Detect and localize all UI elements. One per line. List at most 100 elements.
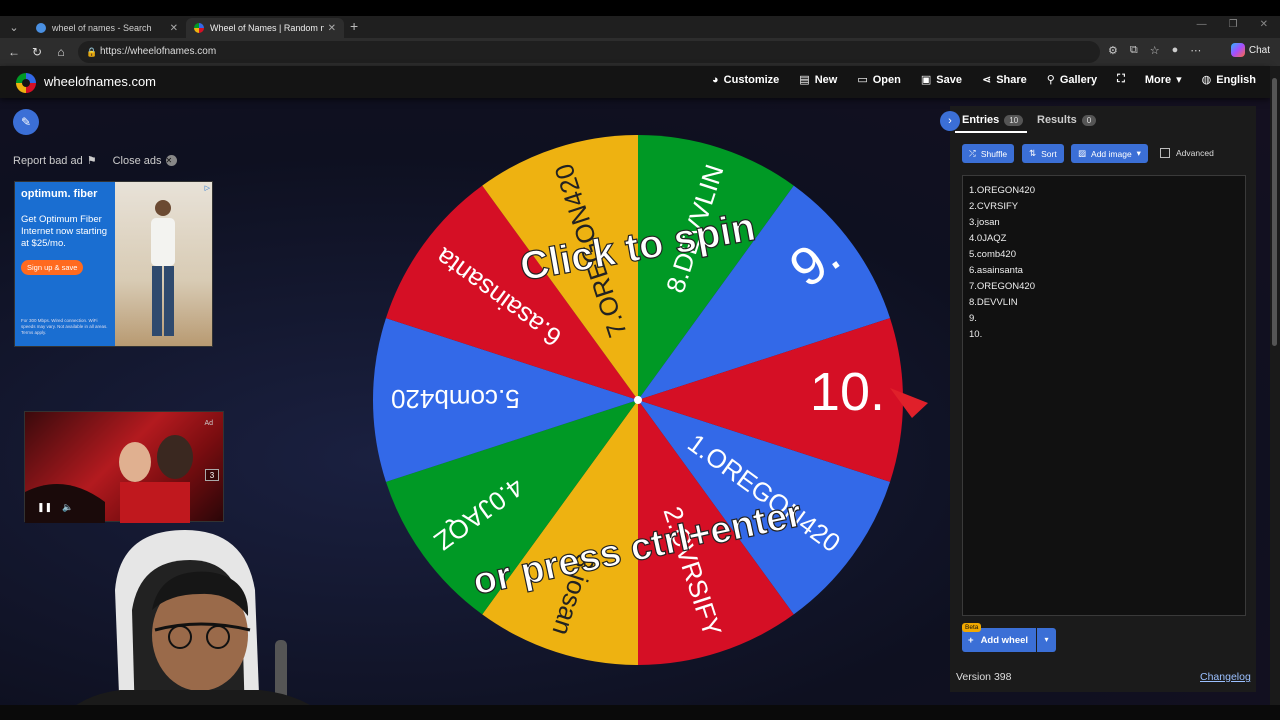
flag-icon: ⚑ bbox=[86, 155, 97, 167]
ad-label-icon: Ad bbox=[204, 420, 213, 427]
button-label: Shuffle bbox=[980, 148, 1008, 159]
chevron-down-icon: ▾ bbox=[1136, 148, 1141, 158]
collapse-panel-button[interactable]: › bbox=[940, 111, 960, 131]
site-title[interactable]: wheelofnames.com bbox=[44, 74, 156, 89]
edit-pencil-button[interactable]: ✎ bbox=[13, 109, 39, 135]
report-bad-ad-link[interactable]: Report bad ad ⚑ bbox=[13, 154, 97, 168]
customize-button[interactable]: ◕ Customize bbox=[712, 73, 779, 86]
folder-icon: ▭ bbox=[857, 74, 868, 86]
chat-label: Chat bbox=[1248, 44, 1270, 56]
entries-textarea[interactable]: 1.OREGON420 2.CVRSIFY 3.josan 4.0JAQZ 5.… bbox=[962, 175, 1246, 616]
wheel[interactable]: 1.OREGON4202.CVRSIFY3.josan4.0JAQZ5.comb… bbox=[360, 120, 930, 680]
active-tab-underline bbox=[955, 131, 1027, 133]
tab-title: wheel of names - Search bbox=[52, 23, 152, 33]
close-ads-link[interactable]: Close ads ✕ bbox=[113, 154, 177, 167]
mute-icon[interactable]: 🔈 bbox=[62, 502, 73, 513]
gallery-button[interactable]: ⚲ Gallery bbox=[1047, 73, 1097, 87]
close-tab-icon[interactable]: ✕ bbox=[328, 23, 336, 34]
sort-icon: ⇅ bbox=[1029, 148, 1037, 158]
save-button[interactable]: ▣ Save bbox=[920, 73, 962, 87]
ad-photo: ▷ bbox=[115, 182, 212, 346]
video-ad[interactable]: Ad 3 ❚❚ 🔈 bbox=[24, 411, 224, 523]
copilot-icon bbox=[1230, 43, 1245, 57]
changelog-link[interactable]: Changelog bbox=[1200, 671, 1251, 683]
fullscreen-icon: ⛶ bbox=[1117, 73, 1125, 85]
entry-line: 3.josan bbox=[969, 217, 1000, 228]
share-button[interactable]: ⋖ Share bbox=[982, 73, 1027, 87]
back-arrow-icon[interactable]: ← bbox=[6, 44, 22, 60]
window-controls: — ❐ ✕ bbox=[1197, 19, 1268, 30]
ad-counter: 3 bbox=[205, 469, 219, 481]
scrollbar-thumb[interactable] bbox=[1272, 78, 1277, 346]
menu-label: English bbox=[1216, 73, 1256, 86]
palette-icon: ◕ bbox=[712, 73, 719, 86]
webcam-overlay bbox=[60, 530, 330, 720]
globe-icon: ◍ bbox=[1201, 74, 1212, 86]
ad-headline: Get Optimum Fiber Internet now starting … bbox=[21, 214, 108, 249]
refresh-icon[interactable]: ↻ bbox=[29, 44, 45, 60]
menu-label: Customize bbox=[723, 73, 780, 86]
checkbox-box[interactable] bbox=[1160, 148, 1170, 158]
entries-count-badge: 10 bbox=[1004, 114, 1024, 126]
new-tab-plus-icon[interactable]: + bbox=[350, 18, 358, 34]
entry-line: 7.OREGON420 bbox=[969, 281, 1035, 292]
optimum-fiber-ad[interactable]: optimum. fiber Get Optimum Fiber Interne… bbox=[14, 181, 213, 347]
pause-icon[interactable]: ❚❚ bbox=[37, 502, 52, 513]
ad-choices-icon[interactable]: ▷ bbox=[205, 184, 210, 192]
lock-icon: 🔒 bbox=[86, 47, 98, 57]
ad-cta-button[interactable]: Sign up & save bbox=[21, 260, 84, 275]
add-wheel-dropdown[interactable]: ▾ bbox=[1037, 628, 1056, 652]
language-button[interactable]: ◍ English bbox=[1201, 73, 1256, 87]
close-circle-icon: ✕ bbox=[165, 155, 177, 166]
advanced-label: Advanced bbox=[1176, 148, 1214, 158]
pencil-icon: ✎ bbox=[20, 115, 32, 129]
menu-label: New bbox=[814, 73, 838, 86]
entry-line: 8.DEVVLIN bbox=[969, 297, 1018, 308]
shuffle-icon: ⤮ bbox=[969, 148, 976, 158]
new-button[interactable]: ▤ New bbox=[799, 73, 838, 87]
browser-tab-wheel[interactable]: Wheel of Names | Random name ✕ bbox=[186, 18, 344, 38]
image-icon: ▨ bbox=[1078, 148, 1087, 158]
url-text: https://wheelofnames.com bbox=[100, 46, 217, 57]
plus-icon: + bbox=[968, 634, 974, 646]
fullscreen-button[interactable]: ⛶ bbox=[1117, 73, 1125, 86]
chevron-right-icon: › bbox=[948, 115, 952, 127]
menu-label: Open bbox=[872, 73, 901, 86]
tab-results[interactable]: Results 0 bbox=[1037, 114, 1097, 126]
page-scrollbar[interactable] bbox=[1270, 66, 1280, 720]
video-controls: ❚❚ 🔈 bbox=[37, 502, 73, 513]
favorites-icon[interactable]: ☆ bbox=[1150, 44, 1160, 57]
entry-line: 10. bbox=[969, 329, 983, 340]
save-icon: ▣ bbox=[920, 74, 932, 86]
minimize-icon[interactable]: — bbox=[1197, 19, 1207, 30]
extensions-icon[interactable]: ⚙ bbox=[1108, 44, 1118, 57]
shuffle-button[interactable]: ⤮ Shuffle bbox=[962, 144, 1015, 163]
open-button[interactable]: ▭ Open bbox=[857, 73, 901, 87]
address-bar-row: ← ↻ ⌂ 🔒 https://wheelofnames.com ⚙ ⧉ ☆ ●… bbox=[0, 38, 1280, 66]
report-label: Report bad ad bbox=[13, 154, 83, 167]
sort-button[interactable]: ⇅ Sort bbox=[1022, 144, 1064, 163]
browser-tab-search[interactable]: wheel of names - Search ✕ bbox=[28, 18, 186, 38]
add-wheel-label: Add wheel bbox=[980, 634, 1029, 646]
entry-line: 2.CVRSIFY bbox=[969, 201, 1019, 212]
search-favicon-icon bbox=[36, 23, 46, 33]
menu-label: Save bbox=[936, 73, 962, 86]
more-menu-icon[interactable]: ⋯ bbox=[1190, 44, 1201, 57]
split-screen-icon[interactable]: ⧉ bbox=[1130, 44, 1138, 57]
advanced-checkbox[interactable]: Advanced bbox=[1160, 148, 1214, 158]
add-image-button[interactable]: ▨ Add image ▾ bbox=[1071, 144, 1148, 163]
tab-list-chevron-icon[interactable]: ⌄ bbox=[6, 20, 22, 36]
close-window-icon[interactable]: ✕ bbox=[1260, 19, 1268, 30]
close-tab-icon[interactable]: ✕ bbox=[170, 23, 178, 34]
more-button[interactable]: More ▾ bbox=[1145, 73, 1182, 87]
entry-line: 4.0JAQZ bbox=[969, 233, 1007, 244]
tab-entries[interactable]: Entries 10 bbox=[962, 114, 1024, 126]
profile-avatar-icon[interactable]: ● bbox=[1172, 44, 1179, 57]
url-input[interactable]: 🔒 https://wheelofnames.com bbox=[78, 41, 1100, 63]
home-icon[interactable]: ⌂ bbox=[53, 44, 69, 60]
wheel-logo-icon[interactable] bbox=[16, 73, 36, 93]
site-header: wheelofnames.com ◕ Customize ▤ New ▭ Open ▣… bbox=[0, 66, 1270, 98]
entry-line: 6.asainsanta bbox=[969, 265, 1023, 276]
copilot-chat-button[interactable]: Chat bbox=[1230, 43, 1270, 57]
restore-icon[interactable]: ❐ bbox=[1229, 19, 1238, 30]
